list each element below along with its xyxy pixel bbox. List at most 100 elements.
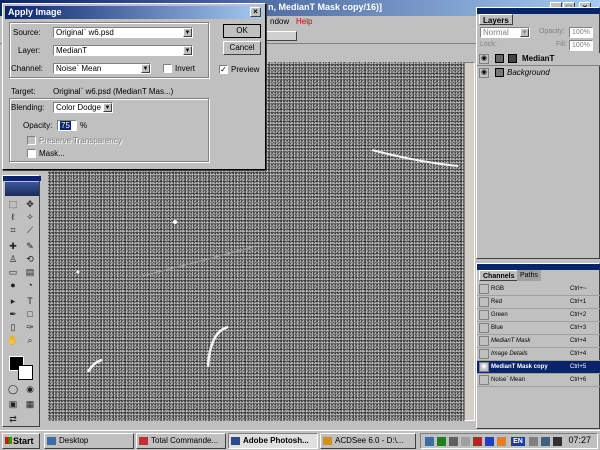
channel-row[interactable]: RGB Ctrl+~: [477, 283, 600, 296]
brush-tool-icon[interactable]: ✎: [22, 240, 38, 253]
eye-icon[interactable]: [479, 349, 489, 359]
fullscreen-mode-icon[interactable]: ▦: [22, 398, 38, 411]
task-photoshop[interactable]: Adobe Photosh...: [228, 433, 318, 449]
blur-tool-icon[interactable]: ●: [5, 279, 21, 292]
eye-icon[interactable]: [479, 336, 489, 346]
marquee-tool-icon[interactable]: ⬚: [5, 198, 21, 211]
layer-row-median[interactable]: ◉ MedianT: [477, 53, 600, 66]
chevron-down-icon[interactable]: ▼: [183, 28, 192, 37]
channel-row[interactable]: ◉ MedianT Mask copy Ctrl+5: [477, 361, 600, 374]
channel-row[interactable]: Image Details Ctrl+4: [477, 348, 600, 361]
history-brush-icon[interactable]: ⟲: [22, 253, 38, 266]
lasso-tool-icon[interactable]: ℓ: [5, 211, 21, 224]
task-total-commander[interactable]: Total Commande...: [136, 433, 226, 449]
standard-mode-icon[interactable]: ◯: [5, 383, 21, 396]
language-indicator[interactable]: EN: [511, 437, 525, 446]
chevron-down-icon[interactable]: ▼: [520, 28, 529, 37]
photoshop-icon: [231, 437, 240, 445]
speaker-icon[interactable]: [529, 437, 538, 446]
mask-checkbox[interactable]: [27, 149, 36, 158]
eye-icon[interactable]: [479, 375, 489, 385]
preview-checkbox[interactable]: ✓: [219, 65, 228, 74]
monitor-icon[interactable]: [449, 437, 458, 446]
channel-row[interactable]: Noise` Mean Ctrl+6: [477, 374, 600, 387]
zoom-tool-icon[interactable]: ⌕: [22, 334, 38, 347]
clone-stamp-icon[interactable]: ♙: [5, 253, 21, 266]
preserve-transparency-checkbox[interactable]: [27, 136, 36, 145]
layer-row-background[interactable]: ◉ Background: [477, 67, 600, 80]
pen-tool-icon[interactable]: ✒: [5, 308, 21, 321]
eraser-tool-icon[interactable]: ▭: [5, 266, 21, 279]
screen-mode-icon[interactable]: ▣: [5, 398, 21, 411]
blending-select[interactable]: Color Dodge ▼: [53, 102, 113, 113]
tab-paths[interactable]: Paths: [517, 270, 541, 281]
tray-app-icon[interactable]: [437, 437, 446, 446]
notes-tool-icon[interactable]: ▯: [5, 321, 21, 334]
healing-brush-icon[interactable]: ✚: [5, 240, 21, 253]
messenger-icon[interactable]: [497, 437, 506, 446]
eye-icon[interactable]: [479, 284, 489, 294]
task-acdsee[interactable]: ACDSee 6.0 - D:\...: [320, 433, 416, 449]
background-color-swatch[interactable]: [18, 365, 33, 380]
source-select[interactable]: Original` w6.psd ▼: [53, 27, 193, 38]
dialog-titlebar[interactable]: Apply Image ×: [5, 6, 263, 19]
channel-row[interactable]: Blue Ctrl+3: [477, 322, 600, 335]
desktop-icon: [47, 437, 56, 445]
toolbox-titlebar[interactable]: [3, 176, 41, 181]
eye-icon[interactable]: ◉: [479, 362, 489, 372]
crop-tool-icon[interactable]: ⌗: [5, 224, 21, 237]
antivirus-icon[interactable]: [473, 437, 482, 446]
move-tool-icon[interactable]: ✥: [22, 198, 38, 211]
blending-label: Blending:: [11, 103, 45, 112]
apply-image-dialog: Apply Image × Source: Original` w6.psd ▼…: [2, 3, 266, 170]
tab-layers[interactable]: Layers: [479, 14, 513, 25]
layer-opacity-field[interactable]: 100%: [569, 27, 593, 38]
tab-channels[interactable]: Channels: [479, 270, 519, 281]
fill-field[interactable]: 100%: [569, 40, 593, 51]
dialog-close-icon[interactable]: ×: [250, 7, 261, 17]
invert-label: Invert: [175, 64, 196, 73]
eye-icon[interactable]: [479, 310, 489, 320]
dodge-tool-icon[interactable]: ◔: [22, 279, 38, 292]
connection-icon[interactable]: [541, 437, 550, 446]
channel-name: MedianT Mask: [491, 338, 531, 344]
menu-help[interactable]: Help: [296, 17, 312, 26]
eye-icon[interactable]: [479, 323, 489, 333]
invert-checkbox[interactable]: [163, 64, 172, 73]
options-bar-button[interactable]: [265, 31, 297, 41]
channel-shortcut: Ctrl+6: [570, 377, 587, 383]
imageready-icon[interactable]: ⇄: [5, 413, 21, 426]
blend-mode-select[interactable]: Normal ▼: [480, 27, 530, 38]
task-desktop[interactable]: Desktop: [44, 433, 134, 449]
chevron-down-icon[interactable]: ▼: [141, 64, 150, 73]
chevron-down-icon[interactable]: ▼: [183, 46, 192, 55]
cancel-button[interactable]: Cancel: [223, 41, 261, 55]
printer-icon[interactable]: [461, 437, 470, 446]
channel-select[interactable]: Noise` Mean ▼: [53, 63, 151, 74]
ok-button[interactable]: OK: [223, 24, 261, 38]
vertical-scrollbar[interactable]: [464, 62, 475, 421]
tray-misc-icon[interactable]: [553, 437, 562, 446]
chevron-down-icon[interactable]: ▼: [103, 103, 112, 112]
eyedropper-icon[interactable]: ✑: [22, 321, 38, 334]
hand-tool-icon[interactable]: ✋: [5, 334, 21, 347]
network-icon[interactable]: [425, 437, 434, 446]
start-button[interactable]: Start: [2, 433, 40, 449]
shape-tool-icon[interactable]: □: [22, 308, 38, 321]
bluetooth-icon[interactable]: [485, 437, 494, 446]
path-select-icon[interactable]: ▸: [5, 295, 21, 308]
opacity-field[interactable]: 75: [57, 120, 77, 131]
magic-wand-icon[interactable]: ✧: [22, 211, 38, 224]
menu-window[interactable]: ndow: [270, 17, 289, 26]
gradient-tool-icon[interactable]: ▤: [22, 266, 38, 279]
quickmask-mode-icon[interactable]: ◉: [22, 383, 38, 396]
eye-icon[interactable]: ◉: [479, 68, 489, 78]
eye-icon[interactable]: [479, 297, 489, 307]
channel-row[interactable]: Red Ctrl+1: [477, 296, 600, 309]
channel-row[interactable]: Green Ctrl+2: [477, 309, 600, 322]
layer-select[interactable]: MedianT ▼: [53, 45, 193, 56]
eye-icon[interactable]: ◉: [479, 54, 489, 64]
slice-tool-icon[interactable]: ⟋: [22, 224, 38, 237]
channel-row[interactable]: MedianT Mask Ctrl+4: [477, 335, 600, 348]
type-tool-icon[interactable]: T: [22, 295, 38, 308]
